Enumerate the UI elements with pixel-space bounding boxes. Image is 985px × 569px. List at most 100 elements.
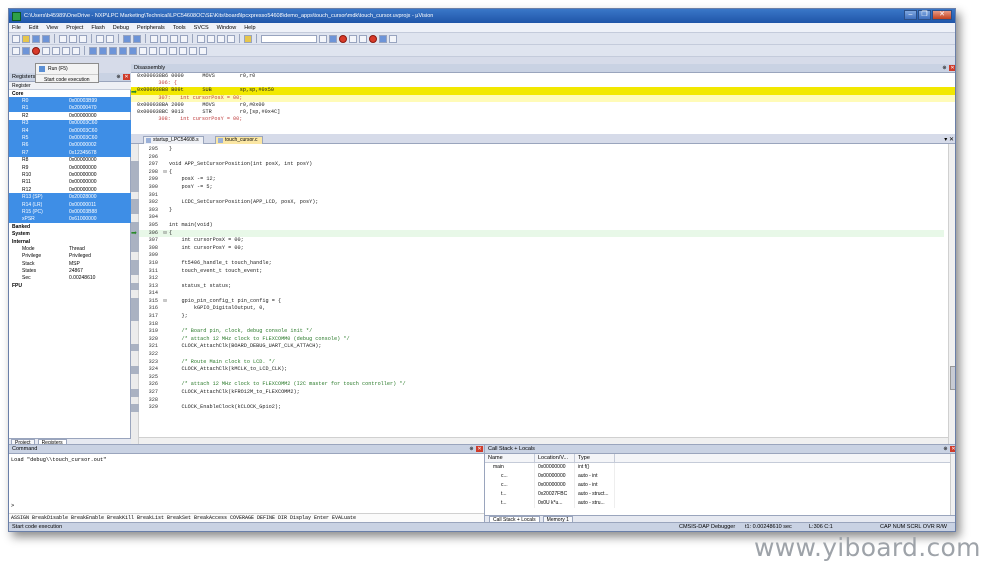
register-row[interactable]: System [9,230,131,237]
code-line[interactable]: 310 ft5406_handle_t touch_handle; [139,260,944,268]
find-in-files-icon[interactable] [244,34,252,43]
fold-marker[interactable] [161,374,169,382]
cut-icon[interactable] [59,34,67,43]
register-row[interactable]: R7 0x12345678 [9,149,131,157]
code-line[interactable]: 309 [139,252,944,260]
code-line[interactable]: 296 [139,154,944,162]
code-line[interactable]: 320 /* attach 12 MHz clock to FLEXCOMM0 … [139,336,944,344]
fold-marker[interactable]: ⊟ [161,298,169,306]
menu-flash[interactable]: Flash [91,25,104,31]
fold-marker[interactable] [161,214,169,222]
code-editor[interactable]: ➡ 295} 296 297 void APP_SetCursorPosition(i… [131,144,955,444]
close-icon[interactable]: ✕ [950,446,955,452]
menu-view[interactable]: View [46,25,58,31]
fold-marker[interactable] [161,260,169,268]
register-value[interactable]: 0x00000000 [69,172,127,178]
fold-marker[interactable] [161,389,169,397]
command-window-icon[interactable] [89,46,97,55]
copy-icon[interactable] [69,34,77,43]
fold-marker[interactable] [161,161,169,169]
executable-line-marker[interactable] [131,366,139,374]
fold-marker[interactable] [161,366,169,374]
configure-icon[interactable] [389,34,397,43]
callstack-scrollbar[interactable] [950,454,955,516]
register-row[interactable]: FPU [9,282,131,289]
register-value[interactable]: 0x00000002 [69,142,127,148]
register-row[interactable]: R14 (LR) 0x00000011 [9,200,131,209]
find-combo[interactable] [261,34,317,43]
fold-marker[interactable] [161,381,169,389]
menu-edit[interactable]: Edit [29,25,38,31]
code-line[interactable]: 326 /* attach 12 MHz clock to FLEXCOMM2 … [139,381,944,389]
register-value[interactable]: 0x00000011 [69,202,127,208]
open-file-icon[interactable] [22,34,30,43]
col-name[interactable]: Name [485,454,535,462]
fold-marker[interactable] [161,283,169,291]
code-line[interactable]: 311 touch_event_t touch_event; [139,268,944,276]
register-value[interactable]: 24867 [69,268,127,274]
fold-marker[interactable] [161,237,169,245]
run-icon[interactable] [22,46,30,55]
callstack-row[interactable]: c... 0x00000000 auto - int [485,472,951,481]
paste-icon[interactable] [79,34,87,43]
command-prompt[interactable]: > [11,503,14,509]
executable-line-marker[interactable] [131,222,139,230]
pin-icon[interactable]: ⊕ [115,74,122,80]
register-row[interactable]: R4 0x00003C60 [9,126,131,135]
watch-window-icon[interactable] [139,46,147,55]
code-line[interactable]: 304 [139,214,944,222]
window-layout-icon[interactable] [379,34,387,43]
code-line[interactable]: 298 ⊟{ [139,169,944,177]
code-line[interactable]: 328 [139,397,944,405]
code-line[interactable]: 325 [139,374,944,382]
code-line[interactable]: 299 posX -= 12; [139,176,944,184]
fold-marker[interactable] [161,199,169,207]
code-line[interactable]: 315 ⊟ gpio_pin_config_t pin_config = { [139,298,944,306]
symbols-window-icon[interactable] [109,46,117,55]
undo-icon[interactable] [96,34,104,43]
editor-tab-menu-icon[interactable]: ▾ ✕ [944,136,954,143]
fold-marker[interactable]: ⊟ [161,230,169,238]
close-icon[interactable]: ✕ [949,65,955,71]
analysis-window-icon[interactable] [169,46,177,55]
executable-line-marker[interactable] [131,404,139,412]
code-line[interactable]: 295} [139,146,944,154]
disassembly-line[interactable]: 0x000038BA 2000 MOVS r0,#0x00 [131,102,955,109]
code-line[interactable]: 323 /* Route Main clock to LCD. */ [139,359,944,367]
register-value[interactable]: 0x00003C60 [69,128,127,134]
code-line[interactable]: 308 int cursorPosY = 00; [139,245,944,253]
menu-help[interactable]: Help [244,25,255,31]
executable-line-marker[interactable] [131,199,139,207]
executable-line-marker[interactable] [131,267,139,276]
step-over-icon[interactable] [52,46,60,55]
menu-project[interactable]: Project [66,25,83,31]
fold-marker[interactable] [161,176,169,184]
register-value[interactable]: 0x00003C60 [69,135,127,141]
clear-bookmarks-icon[interactable] [180,34,188,43]
register-value[interactable]: MSP [69,261,127,267]
register-value[interactable]: 0x00003B99 [69,98,127,104]
stop-icon[interactable] [32,46,40,55]
register-value[interactable]: 0x00000000 [69,179,127,185]
register-row[interactable]: xPSR 0x61000000 [9,215,131,224]
new-file-icon[interactable] [12,34,20,43]
trace-window-icon[interactable] [179,46,187,55]
disassembly-line[interactable]: 307: int cursorPosX = 00; [131,94,955,102]
register-row[interactable]: R13 (SP) 0x20028000 [9,193,131,201]
register-row[interactable]: R10 0x00000000 [9,171,131,178]
step-into-icon[interactable] [42,46,50,55]
menu-window[interactable]: Window [217,25,237,31]
register-row[interactable]: Internal [9,238,131,245]
fold-marker[interactable] [161,328,169,336]
editor-vertical-scrollbar[interactable] [948,144,955,444]
memory-window-icon[interactable] [149,46,157,55]
callstack-row[interactable]: t... 0x0U k*u... auto - stru... [485,499,951,508]
code-line[interactable]: 313 status_t status; [139,283,944,291]
code-line[interactable]: 327 CLOCK_AttachClk(kFRO12M_to_FLEXCOMM2… [139,389,944,397]
fold-marker[interactable] [161,268,169,276]
code-line[interactable]: 318 [139,321,944,329]
system-viewer-icon[interactable] [189,46,197,55]
editor-horizontal-scrollbar[interactable] [139,437,948,444]
register-value[interactable]: 0x00003C60 [69,120,127,126]
code-line[interactable]: 329 CLOCK_EnableClock(kCLOCK_Gpio2); [139,404,944,412]
